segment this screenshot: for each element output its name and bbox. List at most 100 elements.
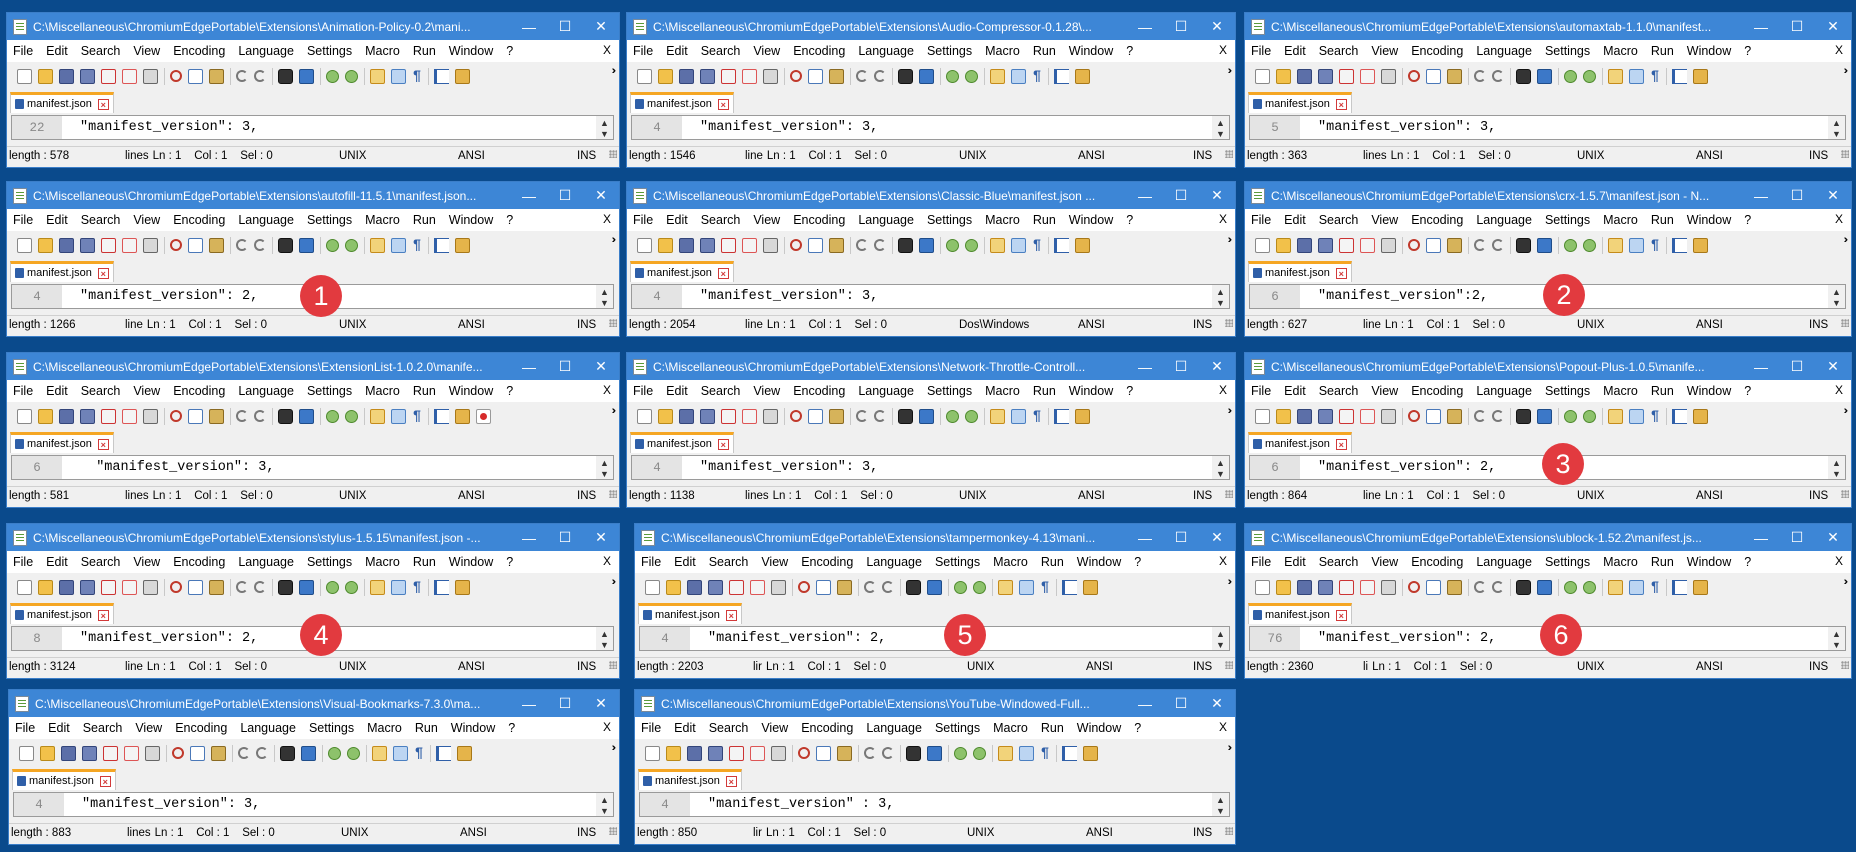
- vertical-scrollbar[interactable]: ▲ ▼: [596, 116, 613, 139]
- cut-icon[interactable]: [798, 581, 810, 593]
- menu-item-file[interactable]: File: [1251, 384, 1271, 398]
- paste-icon[interactable]: [209, 68, 224, 84]
- zoom-out-icon[interactable]: [1583, 238, 1596, 252]
- macro-icon[interactable]: [455, 408, 470, 424]
- copy-icon[interactable]: [190, 745, 205, 761]
- scroll-up-icon[interactable]: ▲: [600, 118, 609, 128]
- resize-grip[interactable]: [609, 661, 617, 669]
- close-window-icon[interactable]: ✕: [1199, 358, 1235, 375]
- cut-icon[interactable]: [170, 581, 182, 593]
- save-icon[interactable]: [59, 408, 74, 424]
- menu-item-window[interactable]: Window: [1687, 384, 1731, 398]
- word-wrap-icon[interactable]: [1629, 408, 1644, 424]
- close-all-icon[interactable]: [124, 745, 139, 761]
- scroll-up-icon[interactable]: ▲: [1216, 629, 1225, 639]
- find-icon[interactable]: [1516, 68, 1531, 84]
- undo-icon[interactable]: [864, 581, 876, 593]
- close-document-button[interactable]: X: [603, 720, 611, 734]
- show-all-chars-icon[interactable]: ¶: [412, 408, 422, 424]
- show-all-chars-icon[interactable]: ¶: [412, 579, 422, 595]
- replace-icon[interactable]: [299, 237, 314, 253]
- menu-item-edit[interactable]: Edit: [46, 44, 68, 58]
- word-wrap-icon[interactable]: [1629, 68, 1644, 84]
- save-icon[interactable]: [1297, 68, 1312, 84]
- menu-item-help[interactable]: ?: [1134, 721, 1141, 735]
- word-wrap-icon[interactable]: [391, 579, 406, 595]
- menu-item-search[interactable]: Search: [81, 213, 121, 227]
- menu-item-search[interactable]: Search: [1319, 213, 1359, 227]
- close-window-icon[interactable]: ✕: [1199, 695, 1235, 712]
- redo-icon[interactable]: [254, 70, 266, 82]
- code-line[interactable]: "manifest_version": 2,: [1318, 456, 1496, 479]
- menu-item-macro[interactable]: Macro: [1603, 44, 1638, 58]
- open-file-icon[interactable]: [38, 237, 53, 253]
- close-window-icon[interactable]: ✕: [583, 529, 619, 546]
- vertical-scrollbar[interactable]: ▲ ▼: [1212, 793, 1229, 816]
- text-editor[interactable]: 4 "manifest_version": 3, ▲ ▼: [631, 455, 1230, 480]
- vertical-scrollbar[interactable]: ▲ ▼: [596, 793, 613, 816]
- print-icon[interactable]: [771, 579, 786, 595]
- minimize-icon[interactable]: —: [511, 696, 547, 712]
- vertical-scrollbar[interactable]: ▲ ▼: [596, 627, 613, 650]
- menu-item-macro[interactable]: Macro: [985, 44, 1020, 58]
- open-file-icon[interactable]: [1276, 408, 1291, 424]
- tab-manifest-json[interactable]: manifest.json ×: [10, 603, 114, 624]
- undo-icon[interactable]: [238, 747, 250, 759]
- menu-item-edit[interactable]: Edit: [674, 721, 696, 735]
- open-file-icon[interactable]: [666, 579, 681, 595]
- close-document-button[interactable]: X: [1835, 212, 1843, 226]
- redo-icon[interactable]: [874, 239, 886, 251]
- resize-grip[interactable]: [1841, 319, 1849, 327]
- scroll-down-icon[interactable]: ▼: [1216, 640, 1225, 650]
- sync-scroll-icon[interactable]: [372, 745, 387, 761]
- menu-item-macro[interactable]: Macro: [993, 721, 1028, 735]
- copy-icon[interactable]: [188, 579, 203, 595]
- replace-icon[interactable]: [299, 408, 314, 424]
- notepad-window[interactable]: C:\Miscellaneous\ChromiumEdgePortable\Ex…: [634, 689, 1236, 845]
- scroll-up-icon[interactable]: ▲: [600, 458, 609, 468]
- sync-scroll-icon[interactable]: [1608, 408, 1623, 424]
- menu-item-settings[interactable]: Settings: [1545, 384, 1590, 398]
- menu-item-settings[interactable]: Settings: [1545, 213, 1590, 227]
- menu-item-settings[interactable]: Settings: [927, 384, 972, 398]
- resize-grip[interactable]: [1841, 150, 1849, 158]
- notepad-window[interactable]: C:\Miscellaneous\ChromiumEdgePortable\Ex…: [1244, 352, 1852, 508]
- menu-item-window[interactable]: Window: [449, 555, 493, 569]
- menu-item-view[interactable]: View: [753, 213, 780, 227]
- minimize-icon[interactable]: —: [1127, 19, 1163, 35]
- find-icon[interactable]: [898, 68, 913, 84]
- menu-item-encoding[interactable]: Encoding: [1411, 44, 1463, 58]
- notepad-window[interactable]: C:\Miscellaneous\ChromiumEdgePortable\Ex…: [6, 352, 620, 508]
- title-bar[interactable]: C:\Miscellaneous\ChromiumEdgePortable\Ex…: [7, 13, 619, 40]
- vertical-scrollbar[interactable]: ▲ ▼: [1212, 456, 1229, 479]
- close-window-icon[interactable]: ✕: [1815, 187, 1851, 204]
- scroll-down-icon[interactable]: ▼: [1832, 469, 1841, 479]
- close-window-icon[interactable]: ✕: [1815, 529, 1851, 546]
- tab-close-icon[interactable]: ×: [97, 98, 109, 110]
- replace-icon[interactable]: [927, 745, 942, 761]
- menu-item-language[interactable]: Language: [238, 213, 294, 227]
- menu-item-help[interactable]: ?: [508, 721, 515, 735]
- maximize-icon[interactable]: ☐: [1779, 187, 1815, 204]
- scroll-down-icon[interactable]: ▼: [600, 806, 609, 816]
- cut-icon[interactable]: [172, 747, 184, 759]
- notepad-window[interactable]: C:\Miscellaneous\ChromiumEdgePortable\Ex…: [6, 523, 620, 679]
- close-window-icon[interactable]: ✕: [1815, 18, 1851, 35]
- menu-item-macro[interactable]: Macro: [367, 721, 402, 735]
- toolbar-overflow-icon[interactable]: ››: [1228, 742, 1233, 754]
- cut-icon[interactable]: [1408, 70, 1420, 82]
- menu-item-search[interactable]: Search: [709, 721, 749, 735]
- copy-icon[interactable]: [808, 237, 823, 253]
- minimize-icon[interactable]: —: [511, 19, 547, 35]
- menu-item-run[interactable]: Run: [413, 555, 436, 569]
- code-line[interactable]: "manifest_version": 2,: [708, 627, 886, 650]
- word-wrap-icon[interactable]: [1629, 237, 1644, 253]
- vertical-scrollbar[interactable]: ▲ ▼: [1828, 285, 1845, 308]
- zoom-in-icon[interactable]: [326, 580, 339, 594]
- menu-item-macro[interactable]: Macro: [365, 555, 400, 569]
- tab-manifest-json[interactable]: manifest.json ×: [10, 92, 114, 113]
- menu-item-file[interactable]: File: [1251, 213, 1271, 227]
- close-icon[interactable]: [101, 408, 116, 424]
- maximize-icon[interactable]: ☐: [1779, 18, 1815, 35]
- menu-item-settings[interactable]: Settings: [307, 44, 352, 58]
